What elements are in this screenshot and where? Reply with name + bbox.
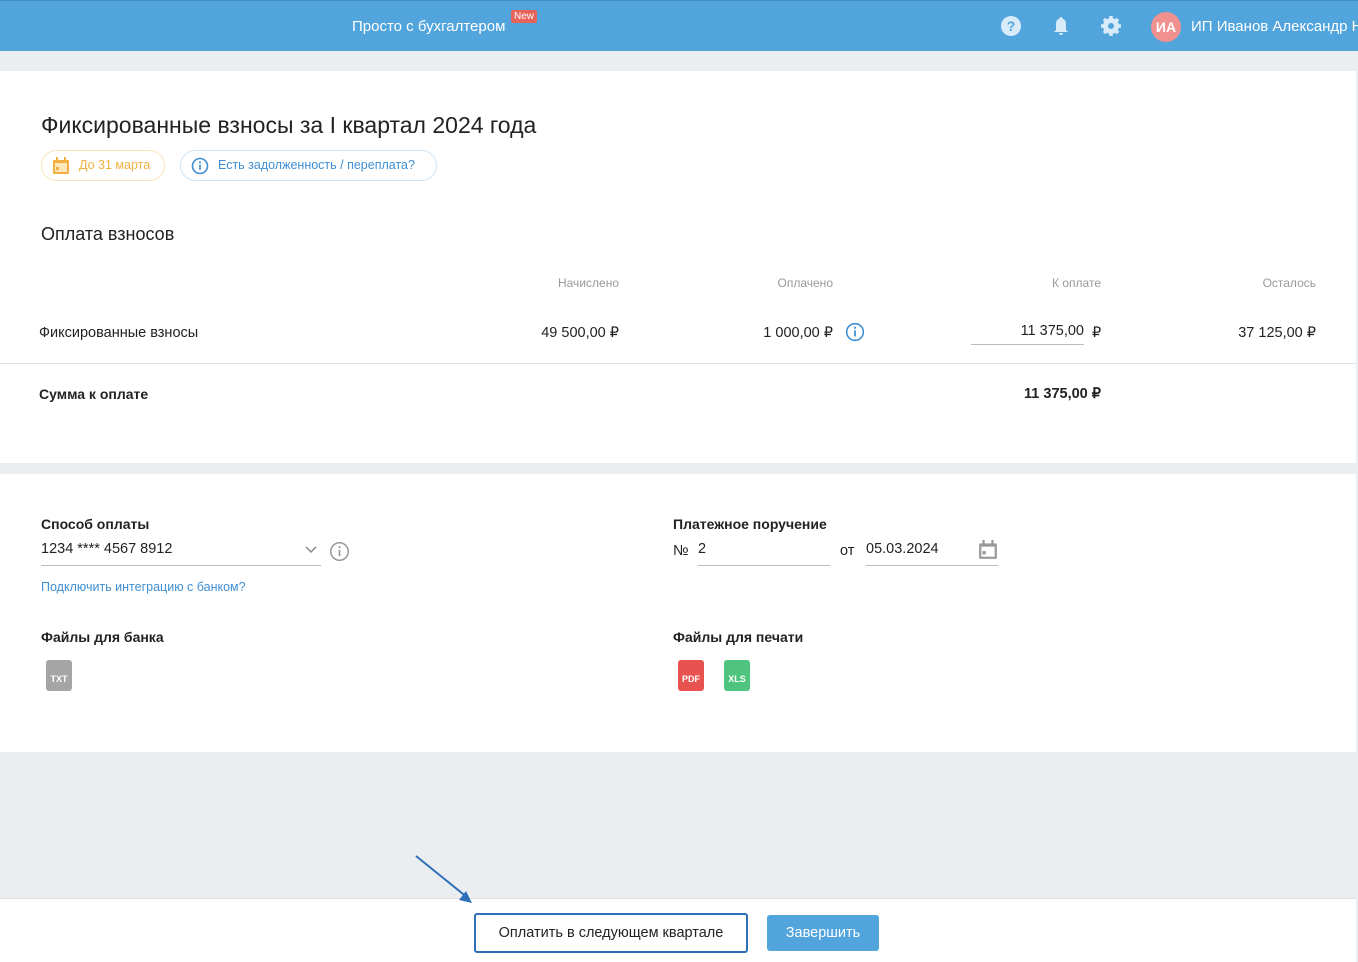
calendar-icon [53,157,69,174]
accrued-value: 49 500,00 ₽ [541,325,619,341]
col-remaining: Осталось [1262,276,1316,290]
info-icon [191,157,209,175]
top-bar: Просто с бухгалтером New ? ИА ИП Иванов … [0,0,1358,51]
txt-file-icon[interactable]: TXT [46,660,72,691]
bank-integration-link[interactable]: Подключить интеграцию с банком? [41,580,246,594]
number-prefix: № [673,543,689,559]
total-value: 11 375,00 ₽ [1024,386,1101,402]
col-paid: Оплачено [777,276,833,290]
remaining-value: 37 125,00 ₽ [1238,325,1316,341]
svg-text:?: ? [1007,18,1016,34]
xls-file-icon[interactable]: XLS [724,660,750,691]
paid-info-icon[interactable] [845,322,865,342]
page-title: Фиксированные взносы за I квартал 2024 г… [41,112,537,138]
settings-gear-icon[interactable] [1100,15,1122,37]
debt-link-text: Есть задолженность / переплата? [218,158,415,172]
payment-method-select[interactable]: 1234 **** 4567 8912 [41,541,321,566]
order-date-value: 05.03.2024 [866,541,939,557]
to-pay-currency: ₽ [1092,325,1102,341]
avatar[interactable]: ИА [1151,12,1181,42]
payment-method-label: Способ оплаты [41,516,150,532]
help-icon[interactable]: ? [1000,15,1022,37]
total-label: Сумма к оплате [39,386,149,402]
row-label: Фиксированные взносы [39,325,199,341]
pay-next-quarter-button[interactable]: Оплатить в следующем квартале [474,913,748,953]
chevron-down-icon [305,546,317,554]
divider [0,363,1356,364]
brand-link[interactable]: Просто с бухгалтером [352,18,505,35]
deadline-badge: До 31 марта [41,150,165,181]
debt-overpayment-link[interactable]: Есть задолженность / переплата? [180,150,437,181]
order-number-input[interactable]: 2 [698,541,830,566]
bank-files-label: Файлы для банка [41,629,164,645]
payment-method-info-icon[interactable] [329,541,350,562]
calendar-icon[interactable] [978,540,998,560]
bell-icon[interactable] [1050,15,1072,37]
to-pay-input[interactable]: 11 375,00 [971,320,1084,345]
pdf-file-icon[interactable]: PDF [678,660,704,691]
date-prefix: от [840,543,855,559]
section-title: Оплата взносов [41,224,175,244]
print-files-label: Файлы для печати [673,629,804,645]
payment-order-label: Платежное поручение [673,516,827,532]
col-to-pay: К оплате [1052,276,1101,290]
col-accrued: Начислено [557,276,619,290]
deadline-text: До 31 марта [79,158,151,172]
user-name[interactable]: ИП Иванов Александр Н [1191,18,1358,35]
finish-button[interactable]: Завершить [767,915,879,951]
order-date-input[interactable]: 05.03.2024 [866,540,998,566]
annotation-arrow-icon [415,855,472,903]
paid-value: 1 000,00 ₽ [763,325,833,341]
new-badge: New [511,10,538,23]
payment-method-value: 1234 **** 4567 8912 [41,541,173,557]
